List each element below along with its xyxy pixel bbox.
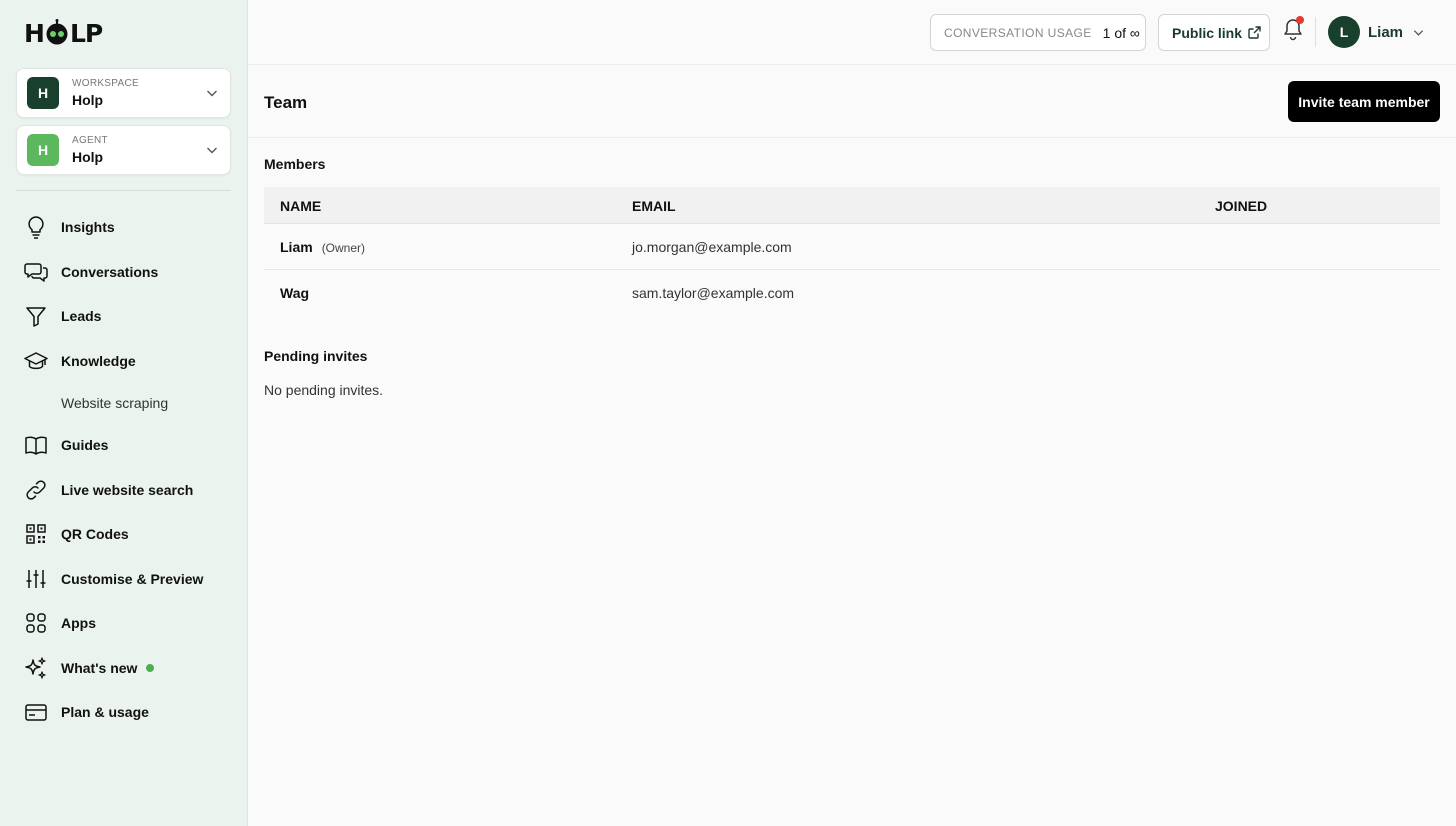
chat-bubbles-icon — [24, 260, 48, 284]
sidebar-item-leads[interactable]: Leads — [24, 302, 101, 330]
invite-team-member-button[interactable]: Invite team member — [1288, 81, 1440, 122]
link-icon — [24, 478, 48, 502]
page-title: Team — [264, 93, 308, 112]
members-table: NAME EMAIL JOINED Liam (Owner) jo.morgan@… — [264, 187, 1440, 316]
page-header: Team Invite team member — [248, 65, 1456, 138]
member-email: jo.morgan@example.com — [632, 239, 792, 255]
sidebar-item-label: Customise & Preview — [61, 571, 204, 587]
logo-text-left: H — [24, 18, 45, 48]
sidebar-item-label: Live website search — [61, 482, 194, 498]
sidebar-subitem-label: Website scraping — [61, 395, 169, 411]
workspace-name: Holp — [72, 92, 104, 108]
sidebar-item-whats-new[interactable]: What's new — [24, 654, 155, 682]
member-name-cell: Wag — [280, 285, 318, 301]
member-name-cell: Liam (Owner) — [280, 239, 365, 255]
holp-logo[interactable]: H LP — [24, 18, 103, 48]
top-bar: CONVERSATION USAGE 1 of ∞ Public link L … — [248, 0, 1456, 65]
user-name: Liam — [1368, 23, 1404, 41]
pending-invites-title: Pending invites — [264, 348, 368, 364]
public-link-label: Public link — [1172, 24, 1243, 41]
apps-grid-icon — [24, 611, 48, 635]
sidebar-item-label: Leads — [61, 308, 102, 324]
robot-head-icon — [45, 19, 69, 45]
notification-dot — [1296, 16, 1304, 24]
workspace-selector[interactable]: H WORKSPACE Holp — [16, 68, 231, 118]
credit-card-icon — [24, 700, 48, 724]
external-link-icon — [1248, 26, 1261, 39]
sidebar-item-qr-codes[interactable]: QR Codes — [24, 520, 129, 548]
sidebar-item-label: Conversations — [61, 264, 159, 280]
chevron-down-icon — [207, 147, 217, 154]
sidebar-item-knowledge[interactable]: Knowledge — [24, 347, 136, 375]
sidebar-item-label: Knowledge — [61, 353, 136, 369]
sidebar-item-customise-preview[interactable]: Customise & Preview — [24, 565, 203, 593]
sidebar-item-live-website-search[interactable]: Live website search — [24, 476, 193, 504]
sidebar-item-conversations[interactable]: Conversations — [24, 258, 158, 286]
sidebar-item-label: Plan & usage — [61, 704, 149, 720]
logo-text-right: LP — [69, 18, 103, 48]
new-indicator-dot — [146, 664, 155, 673]
whats-new-label: What's new — [61, 660, 138, 676]
graduation-cap-icon — [24, 349, 48, 373]
member-email: sam.taylor@example.com — [632, 285, 795, 301]
column-header-joined[interactable]: JOINED — [1215, 198, 1267, 214]
sidebar-item-apps[interactable]: Apps — [24, 609, 96, 637]
column-header-name[interactable]: NAME — [280, 198, 321, 214]
members-section-title: Members — [264, 156, 326, 172]
agent-name: Holp — [72, 149, 104, 165]
public-link-button[interactable]: Public link — [1158, 14, 1270, 51]
member-name: Liam — [280, 239, 313, 255]
avatar: L — [1328, 16, 1360, 48]
sidebar-item-label: Apps — [61, 615, 96, 631]
member-name: Wag — [280, 285, 310, 301]
qr-code-icon — [24, 522, 48, 546]
user-menu[interactable]: L Liam — [1328, 16, 1424, 48]
workspace-caption: WORKSPACE — [72, 78, 139, 89]
owner-tag: (Owner) — [321, 241, 366, 255]
sidebar-item-insights[interactable]: Insights — [24, 213, 115, 241]
agent-selector[interactable]: H AGENT Holp — [16, 125, 231, 175]
sidebar: H LP H WORKSPACE Holp H AGENT Holp Insig… — [0, 0, 248, 826]
sidebar-divider — [16, 190, 231, 191]
workspace-avatar: H — [27, 77, 59, 109]
sliders-icon — [24, 567, 48, 591]
sidebar-item-label: QR Codes — [61, 526, 129, 542]
funnel-icon — [24, 304, 48, 328]
chevron-down-icon — [207, 90, 217, 97]
lightbulb-icon — [24, 215, 48, 239]
sidebar-item-website-scraping[interactable]: Website scraping — [0, 389, 248, 417]
table-header: NAME EMAIL JOINED — [264, 187, 1440, 224]
sidebar-item-plan-usage[interactable]: Plan & usage — [24, 698, 149, 726]
sidebar-item-label: What's new — [61, 660, 155, 676]
column-header-email[interactable]: EMAIL — [632, 198, 676, 214]
sidebar-item-label: Guides — [61, 437, 109, 453]
sparkles-icon — [24, 656, 48, 680]
chevron-down-icon — [1413, 29, 1424, 36]
agent-caption: AGENT — [72, 135, 108, 146]
pending-invites-empty: No pending invites. — [264, 382, 384, 398]
agent-avatar: H — [27, 134, 59, 166]
table-row[interactable]: Wag sam.taylor@example.com — [264, 270, 1440, 316]
sidebar-item-guides[interactable]: Guides — [24, 431, 108, 459]
table-row[interactable]: Liam (Owner) jo.morgan@example.com — [264, 224, 1440, 270]
usage-caption: CONVERSATION USAGE — [944, 25, 1092, 40]
conversation-usage: CONVERSATION USAGE 1 of ∞ — [930, 14, 1146, 51]
top-bar-divider — [1315, 17, 1316, 47]
sidebar-item-label: Insights — [61, 219, 115, 235]
open-book-icon — [24, 433, 48, 457]
usage-value: 1 of ∞ — [1102, 24, 1140, 41]
